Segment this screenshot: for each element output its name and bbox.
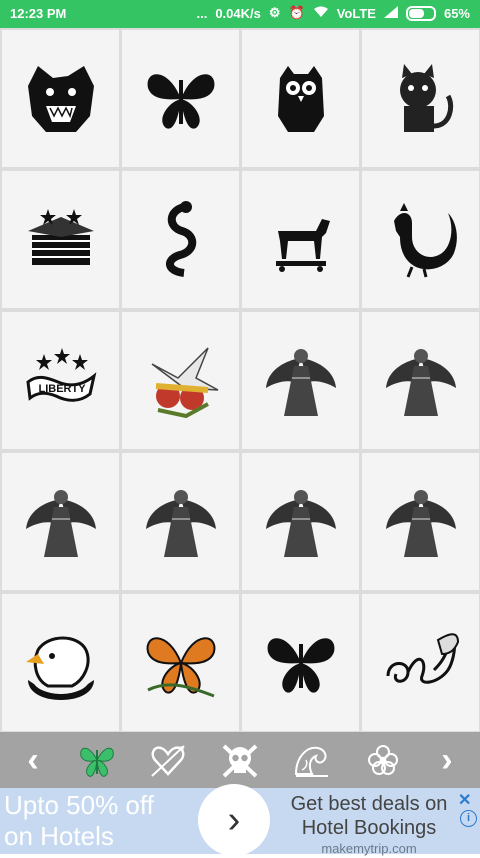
volte-label: VoLTE <box>336 5 376 21</box>
category-skull[interactable] <box>217 737 263 783</box>
sync-icon: ⚙ <box>268 5 281 20</box>
ad-body-line2: Hotel Bookings <box>301 817 437 839</box>
horse-icon <box>275 218 330 272</box>
tattoo-tile-angel-praying[interactable] <box>362 453 479 590</box>
next-arrow-button[interactable]: › <box>432 743 462 777</box>
network-speed: 0.04K/s <box>215 5 261 21</box>
owl-icon <box>277 65 324 132</box>
tattoo-tile-owl[interactable] <box>242 30 359 167</box>
banner-icon: LIBERTY <box>25 347 96 402</box>
wave-icon <box>294 746 328 777</box>
tattoo-tile-rooster[interactable] <box>362 171 479 308</box>
category-wave[interactable] <box>289 737 335 783</box>
flower-icon <box>368 745 399 775</box>
eagle-flag-icon <box>27 208 94 265</box>
tattoo-tile-swallows-roses[interactable] <box>122 312 239 449</box>
butterfly-icon <box>147 73 214 129</box>
tattoo-tile-liberty-banner[interactable]: LIBERTY <box>2 312 119 449</box>
prev-arrow-button[interactable]: ‹ <box>18 743 48 777</box>
ad-body: Get best deals on Hotel Bookings makemyt… <box>276 792 462 858</box>
signal-icon <box>383 5 398 21</box>
angel-icon <box>385 348 456 416</box>
butterfly-icon <box>79 747 114 777</box>
butterfly-icon <box>267 637 334 693</box>
ad-open-button[interactable]: › <box>198 784 270 856</box>
status-icons: ... 0.04K/s ⚙ ⏰ VoLTE 65% <box>196 5 470 21</box>
tattoo-tile-sailor-cat[interactable] <box>362 30 479 167</box>
ad-headline-line2: on Hotels <box>4 821 114 851</box>
swirl-icon <box>386 632 459 684</box>
battery-percent: 65% <box>443 5 470 21</box>
angel-icon <box>385 489 456 557</box>
ad-url: makemytrip.com <box>321 841 417 856</box>
tattoo-tile-angel-statue[interactable] <box>362 312 479 449</box>
tattoo-tile-angel-bride[interactable] <box>122 453 239 590</box>
cat-icon <box>399 63 453 132</box>
rooster-icon <box>393 202 457 278</box>
category-butterfly[interactable] <box>74 737 120 783</box>
chevron-right-icon: › <box>227 798 241 841</box>
panther-icon <box>27 65 94 132</box>
angel-icon <box>265 489 336 557</box>
tattoo-tile-panther-head[interactable] <box>2 30 119 167</box>
tattoo-tile-tribal-butterfly[interactable] <box>242 594 359 731</box>
ad-close-icon[interactable]: ✕ <box>458 790 476 809</box>
alarm-icon: ⏰ <box>288 5 305 20</box>
butterfly-icon <box>146 636 215 697</box>
tattoo-tile-angel-halo[interactable] <box>242 453 359 590</box>
ad-headline-line1: Upto 50% off <box>4 790 154 820</box>
swallow-icon <box>151 346 218 418</box>
ad-info-icon[interactable]: i <box>460 810 477 827</box>
skull-icon <box>222 744 258 778</box>
angel-icon <box>145 489 216 557</box>
status-time: 12:23 PM <box>10 6 67 21</box>
status-bar: 12:23 PM ... 0.04K/s ⚙ ⏰ VoLTE 65% <box>0 0 480 28</box>
ad-body-line1: Get best deals on <box>290 793 448 815</box>
svg-text:LIBERTY: LIBERTY <box>38 383 86 395</box>
category-flower[interactable] <box>360 737 406 783</box>
angel-icon <box>265 348 336 416</box>
tattoo-tile-snake[interactable] <box>122 171 239 308</box>
battery-icon <box>405 5 436 21</box>
tattoo-tile-eagle-flag[interactable] <box>2 171 119 308</box>
tattoo-tile-horse-toy[interactable] <box>242 171 359 308</box>
eagle-icon <box>25 636 94 700</box>
ad-banner[interactable]: Upto 50% off on Hotels › Get best deals … <box>0 784 480 856</box>
tattoo-tile-monarch-butterfly[interactable] <box>122 594 239 731</box>
tattoo-tile-angel-warrior[interactable] <box>2 453 119 590</box>
tattoo-tile-winged-woman[interactable] <box>242 312 359 449</box>
tattoo-tile-eagle-head[interactable] <box>2 594 119 731</box>
category-bar: ‹ › <box>0 732 480 788</box>
tattoo-tile-tribal-swirl[interactable] <box>362 594 479 731</box>
heart-arrow-icon <box>151 745 185 777</box>
snake-icon <box>165 200 196 277</box>
tattoo-tile-butterfly[interactable] <box>122 30 239 167</box>
angel-icon <box>25 489 96 557</box>
tattoo-grid: LIBERTY <box>0 28 480 732</box>
wifi-icon <box>313 6 329 21</box>
category-heart[interactable] <box>145 737 191 783</box>
notification-dots: ... <box>196 5 208 21</box>
ad-headline: Upto 50% off on Hotels <box>4 790 154 852</box>
